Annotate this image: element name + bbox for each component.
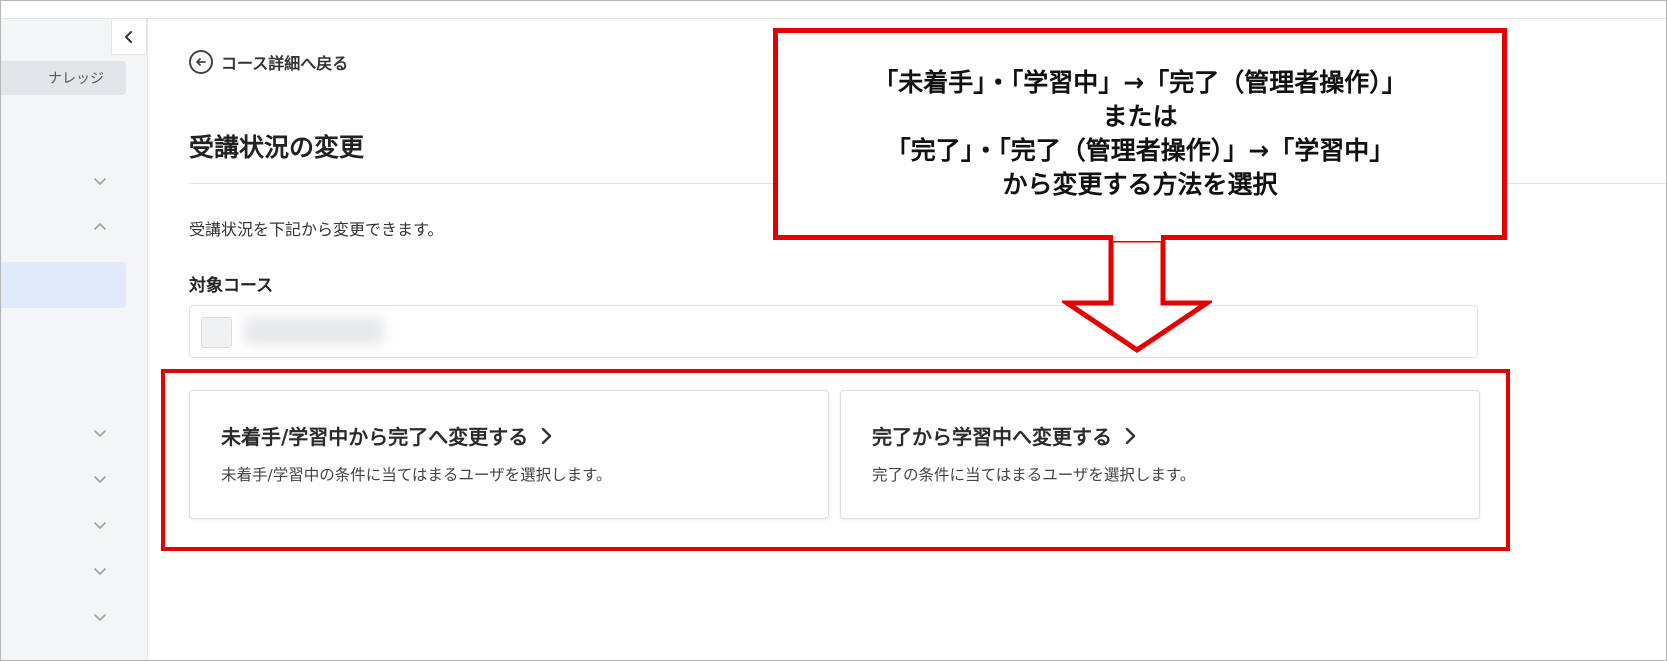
course-thumbnail [201, 317, 232, 348]
chevron-right-icon [1125, 427, 1136, 444]
change-to-complete-card[interactable]: 未着手/学習中から完了へ変更する 未着手/学習中の条件に当てはまるユーザを選択し… [189, 390, 829, 519]
card-title-text: 完了から学習中へ変更する [872, 425, 1112, 449]
target-course-label: 対象コース [189, 276, 274, 296]
chevron-down-icon[interactable] [92, 471, 108, 487]
chevron-down-icon[interactable] [92, 425, 108, 441]
page-title: 受講状況の変更 [189, 133, 365, 162]
card-description: 未着手/学習中の条件に当てはまるユーザを選択します。 [221, 466, 612, 484]
page-description: 受講状況を下記から変更できます。 [189, 220, 444, 239]
sidebar [1, 19, 148, 660]
callout-line: または [1102, 102, 1178, 131]
target-course-field [189, 305, 1478, 358]
callout-line: 「未着手」・「学習中」→「完了（管理者操作）」 [873, 68, 1407, 97]
sidebar-item-active[interactable] [1, 262, 126, 308]
chevron-right-icon [542, 427, 552, 444]
sidebar-item-knowledge[interactable]: ナレッジ [1, 61, 126, 95]
course-name-redacted [244, 317, 384, 345]
back-link-label: コース詳細へ戻る [221, 54, 349, 73]
chevron-down-icon[interactable] [92, 609, 108, 625]
card-title: 未着手/学習中から完了へ変更する [221, 421, 553, 450]
chevron-up-icon[interactable] [92, 219, 108, 235]
callout-line: から変更する方法を選択 [1002, 170, 1278, 199]
sidebar-collapse-button[interactable] [111, 19, 147, 55]
card-description: 完了の条件に当てはまるユーザを選択します。 [872, 466, 1196, 484]
sidebar-item-label: ナレッジ [48, 71, 104, 87]
chevron-down-icon[interactable] [92, 517, 108, 533]
chevron-left-icon [125, 30, 132, 43]
chevron-down-icon[interactable] [92, 173, 108, 189]
card-title-text: 未着手/学習中から完了へ変更する [221, 425, 529, 449]
annotation-callout: 「未着手」・「学習中」→「完了（管理者操作）」 または 「完了」・「完了（管理者… [773, 28, 1507, 240]
change-to-in-progress-card[interactable]: 完了から学習中へ変更する 完了の条件に当てはまるユーザを選択します。 [840, 390, 1480, 519]
callout-line: 「完了」・「完了（管理者操作）」→「学習中」 [885, 136, 1395, 165]
callout-down-arrow-icon [1062, 235, 1212, 353]
back-to-course-detail-link[interactable]: コース詳細へ戻る [189, 50, 348, 74]
arrow-left-circle-icon [189, 50, 213, 74]
chevron-down-icon[interactable] [92, 563, 108, 579]
top-bar [1, 1, 1666, 19]
card-title: 完了から学習中へ変更する [872, 421, 1137, 450]
